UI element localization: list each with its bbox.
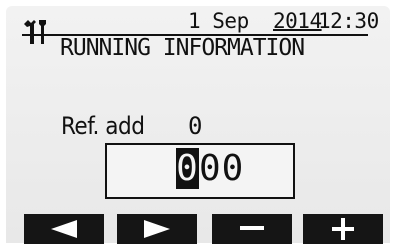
- minus-icon: [240, 226, 264, 230]
- softkey-right-button[interactable]: [117, 214, 197, 244]
- input-cursor-digit: 0: [176, 148, 199, 189]
- wrench-screwdriver-icon: [24, 20, 46, 44]
- ref-address-label: Ref. add: [61, 112, 145, 140]
- date-day-month: 1 Sep: [188, 9, 249, 33]
- softkey-plus-button[interactable]: [303, 214, 383, 244]
- date-year: 2014: [273, 9, 322, 33]
- left-triangle-icon: [51, 220, 77, 238]
- softkey-left-button[interactable]: [24, 214, 104, 244]
- ref-address-value: 0: [188, 112, 203, 140]
- plus-icon: [332, 218, 354, 240]
- input-remaining-digits: 00: [199, 148, 245, 189]
- time-display: 12:30: [318, 9, 379, 33]
- right-triangle-icon: [144, 220, 170, 238]
- address-input-value[interactable]: 000: [176, 148, 244, 189]
- date-display: 1 Sep 2014: [188, 9, 322, 33]
- softkey-minus-button[interactable]: [212, 214, 292, 244]
- page-title: RUNNING INFORMATION: [60, 35, 305, 61]
